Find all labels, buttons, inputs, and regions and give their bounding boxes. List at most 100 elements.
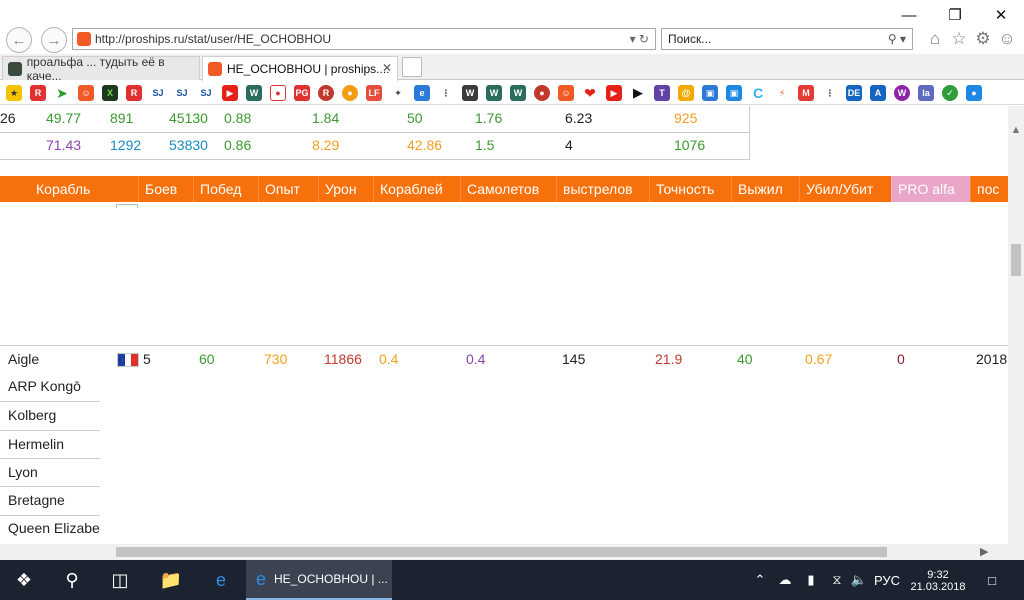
header-planes[interactable]: Самолетов bbox=[460, 176, 556, 202]
header-survived[interactable]: Выжил bbox=[731, 176, 799, 202]
clock[interactable]: 9:32 21.03.2018 bbox=[906, 563, 970, 599]
list-item[interactable]: Bretagne bbox=[0, 487, 100, 516]
tray-chevron-icon[interactable]: ⌃ bbox=[750, 560, 770, 600]
smiley-feedback-icon[interactable]: ☺ bbox=[996, 28, 1018, 50]
search-icon[interactable]: ⚲ bbox=[48, 560, 96, 600]
list-item[interactable]: Hermelin bbox=[0, 431, 100, 459]
fav-w-icon[interactable]: W bbox=[894, 85, 910, 101]
header-battles[interactable]: Боев bbox=[138, 176, 193, 202]
fav-dots2-icon[interactable]: ⋮ bbox=[822, 85, 838, 101]
wifi-icon[interactable]: ⧖ bbox=[826, 560, 848, 600]
fav-wows3-icon[interactable]: W bbox=[510, 85, 526, 101]
scroll-right-icon[interactable]: ▶ bbox=[980, 545, 988, 558]
tab-close-icon[interactable]: ✕ bbox=[382, 61, 392, 75]
fav-a-icon[interactable]: A bbox=[870, 85, 886, 101]
header-wins[interactable]: Побед bbox=[193, 176, 258, 202]
fav-wows-icon[interactable]: W bbox=[246, 85, 262, 101]
list-item[interactable]: ARP Kongō bbox=[0, 374, 100, 402]
ship-name[interactable]: Aigle bbox=[8, 351, 39, 367]
fav-heart-icon[interactable]: ❤ bbox=[582, 85, 598, 101]
fav-plug-icon[interactable]: ⚡ bbox=[774, 85, 790, 101]
fav-m-icon[interactable]: M bbox=[798, 85, 814, 101]
fav-twitch-icon[interactable]: T bbox=[654, 85, 670, 101]
fav-star-icon[interactable]: ★ bbox=[6, 85, 22, 101]
fav-la-icon[interactable]: la bbox=[918, 85, 934, 101]
tab-proships[interactable]: HE_OCHOBHOU | proships.... ✕ bbox=[202, 56, 398, 81]
fav-lf-icon[interactable]: LF bbox=[366, 85, 382, 101]
vertical-scrollbar[interactable]: ▲ bbox=[1008, 106, 1024, 544]
search-input[interactable]: Поиск... ⚲ ▾ bbox=[661, 28, 913, 50]
header-xp[interactable]: Опыт bbox=[258, 176, 318, 202]
fav-sj-icon[interactable]: SJ bbox=[150, 85, 166, 101]
address-bar[interactable]: http://proships.ru/stat/user/HE_OCHOBHOU… bbox=[72, 28, 656, 50]
file-explorer-icon[interactable]: 📁 bbox=[148, 560, 194, 600]
fav-arrow-icon[interactable]: ➤ bbox=[54, 85, 70, 101]
fav-red-icon[interactable]: ● bbox=[534, 85, 550, 101]
header-ship[interactable]: Корабль bbox=[0, 176, 138, 202]
horizontal-scrollbar[interactable]: ▶ bbox=[0, 544, 1008, 560]
fav-window-icon[interactable]: ▣ bbox=[702, 85, 718, 101]
fav-x-icon[interactable]: X bbox=[102, 85, 118, 101]
search-dropdown-icon[interactable]: ▾ ↻ bbox=[630, 32, 655, 46]
favorites-star-icon[interactable]: ☆ bbox=[948, 28, 970, 50]
fav-bird-icon[interactable]: ✦ bbox=[390, 85, 406, 101]
header-damage[interactable]: Урон bbox=[318, 176, 373, 202]
vertical-scroll-thumb[interactable] bbox=[1011, 244, 1021, 276]
fav-c-icon[interactable]: C bbox=[750, 85, 766, 101]
battery-icon[interactable]: ▮ bbox=[800, 560, 822, 600]
fav-monitor-icon[interactable]: ▣ bbox=[726, 85, 742, 101]
header-last[interactable]: пос bbox=[970, 176, 1008, 202]
list-item[interactable]: Lyon bbox=[0, 459, 100, 487]
ship-name[interactable]: Kolberg bbox=[8, 407, 56, 423]
list-item[interactable]: Queen Elizabe bbox=[0, 516, 100, 544]
fav-sber-icon[interactable]: ✓ bbox=[942, 85, 958, 101]
settings-gear-icon[interactable]: ⚙ bbox=[972, 28, 994, 50]
table-row-aigle[interactable]: Aigle 5 60 730 11866 0.4 0.4 145 21.9 40… bbox=[0, 346, 1008, 372]
fav-sj2-icon[interactable]: SJ bbox=[174, 85, 190, 101]
search-icon[interactable]: ⚲ ▾ bbox=[888, 32, 912, 46]
fav-r2-icon[interactable]: R bbox=[126, 85, 142, 101]
fav-wot-icon[interactable]: W bbox=[462, 85, 478, 101]
fav-play-icon[interactable]: ▶ bbox=[630, 85, 646, 101]
ship-name[interactable]: Bretagne bbox=[8, 492, 65, 508]
header-pro-alfa[interactable]: PRO alfa bbox=[891, 176, 970, 202]
fav-ie-icon[interactable]: e bbox=[414, 85, 430, 101]
new-tab-icon[interactable] bbox=[402, 57, 422, 77]
start-windows-icon[interactable]: ❖ bbox=[0, 560, 48, 600]
task-view-icon[interactable]: ◫ bbox=[96, 560, 144, 600]
fav-sj3-icon[interactable]: SJ bbox=[198, 85, 214, 101]
scroll-up-icon[interactable]: ▲ bbox=[1008, 124, 1024, 136]
fav-dots-icon[interactable]: ⋮ bbox=[438, 85, 454, 101]
ship-name[interactable]: ARP Kongō bbox=[8, 378, 81, 394]
header-kd[interactable]: Убил/Убит bbox=[799, 176, 891, 202]
volume-icon[interactable]: 🔈 bbox=[848, 560, 870, 600]
fav-de-icon[interactable]: DE bbox=[846, 85, 862, 101]
fav-youtube-icon[interactable]: ▶ bbox=[222, 85, 238, 101]
header-ships-killed[interactable]: Кораблей bbox=[373, 176, 460, 202]
fav-smile-icon[interactable]: ☺ bbox=[78, 85, 94, 101]
fav-drop-icon[interactable]: ● bbox=[966, 85, 982, 101]
ship-name[interactable]: Hermelin bbox=[8, 436, 64, 452]
cloud-icon[interactable]: ☁ bbox=[774, 560, 796, 600]
language-indicator[interactable]: РУС bbox=[872, 560, 902, 600]
fav-wows2-icon[interactable]: W bbox=[486, 85, 502, 101]
fav-proships-icon[interactable]: ☺ bbox=[558, 85, 574, 101]
header-shots[interactable]: выстрелов bbox=[556, 176, 649, 202]
ship-name[interactable]: Lyon bbox=[8, 464, 38, 480]
fav-r3-icon[interactable]: R bbox=[318, 85, 334, 101]
fav-circle-icon[interactable]: ● bbox=[270, 85, 286, 101]
fav-r-icon[interactable]: R bbox=[30, 85, 46, 101]
edge-icon[interactable]: e bbox=[198, 560, 244, 600]
list-item[interactable]: Kolberg bbox=[0, 402, 100, 431]
horizontal-scroll-thumb[interactable] bbox=[116, 547, 887, 557]
fav-at-icon[interactable]: @ bbox=[678, 85, 694, 101]
back-icon[interactable]: ← bbox=[6, 27, 32, 53]
notifications-icon[interactable]: □ bbox=[980, 560, 1004, 600]
fav-pg-icon[interactable]: PG bbox=[294, 85, 310, 101]
taskbar-ie-window[interactable]: e HE_OCHOBHOU | ... bbox=[246, 560, 392, 600]
fav-youtube2-icon[interactable]: ▶ bbox=[606, 85, 622, 101]
home-icon[interactable]: ⌂ bbox=[924, 28, 946, 50]
tab-proalfa[interactable]: проальфа ... тудыть её в каче... bbox=[2, 55, 200, 83]
fav-orange-icon[interactable]: ● bbox=[342, 85, 358, 101]
header-accuracy[interactable]: Точность bbox=[649, 176, 731, 202]
